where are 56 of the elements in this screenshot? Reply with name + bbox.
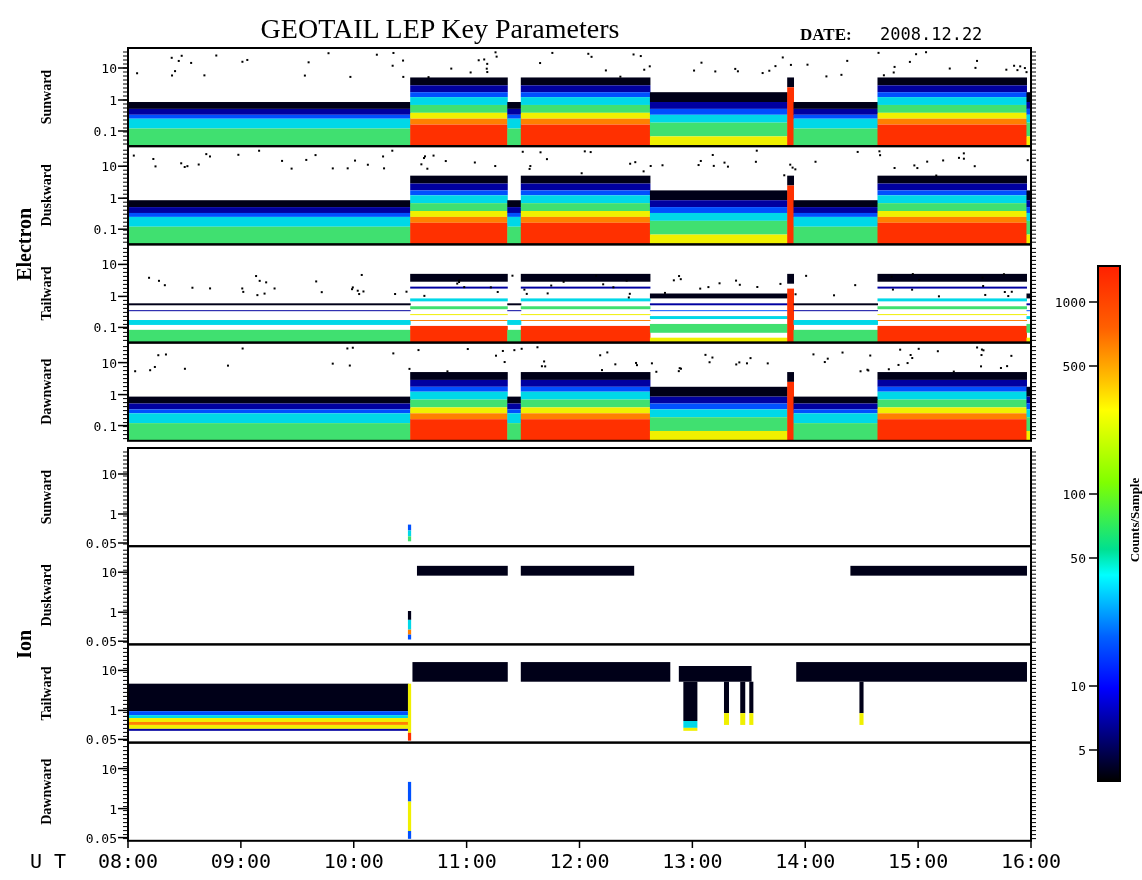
colorbar-tick-label: 5: [1078, 743, 1086, 758]
y-tick-label: 0.1: [93, 418, 117, 434]
colorbar-tick-label: 50: [1070, 551, 1086, 566]
y-tick-label: 1: [109, 387, 117, 403]
direction-label: Duskward: [39, 564, 54, 627]
spectrogram-drawing: [407, 781, 412, 839]
y-tick-label: 10: [101, 663, 117, 679]
y-tick-label: 10: [101, 565, 117, 581]
time-tick-label: 16:00: [1000, 849, 1062, 873]
y-tick-label: 1: [109, 801, 117, 817]
y-tick-label: 10: [101, 159, 117, 175]
direction-label: Duskward: [39, 164, 54, 227]
y-tick-label: 1: [109, 703, 117, 719]
y-tick-label: 1: [109, 93, 117, 108]
colorbar-tick-label: 10: [1070, 679, 1086, 694]
species-label: Electron: [13, 207, 35, 281]
y-tick-label: 10: [101, 467, 117, 482]
colorbar-tick-label: 1000: [1054, 295, 1086, 310]
time-axis-label: U T: [30, 849, 67, 873]
y-tick-label: 1: [109, 191, 117, 207]
time-tick-label: 12:00: [549, 849, 610, 873]
spectrogram-drawing: [407, 524, 412, 542]
direction-label: Sunward: [39, 69, 54, 125]
y-tick-label: 0.05: [85, 536, 117, 551]
y-tick-label: 1: [109, 289, 117, 305]
y-tick-label: 0.1: [93, 222, 117, 238]
direction-label: Tailward: [39, 666, 54, 721]
direction-label: Dawnward: [39, 758, 54, 825]
time-tick-label: 08:00: [97, 849, 159, 873]
y-tick-label: 1: [109, 605, 117, 621]
time-tick-label: 11:00: [436, 849, 497, 873]
figure-title: GEOTAIL LEP Key Parameters: [260, 13, 620, 44]
y-tick-label: 1: [109, 507, 117, 522]
y-tick-label: 0.05: [85, 830, 117, 846]
time-tick-label: 10:00: [323, 849, 384, 873]
y-tick-label: 10: [101, 61, 117, 76]
y-tick-label: 10: [101, 355, 117, 371]
y-tick-label: 0.05: [85, 732, 117, 748]
date-label: DATE:: [800, 25, 852, 44]
species-label: Ion: [13, 629, 35, 659]
y-tick-label: 10: [101, 761, 117, 777]
time-tick-label: 13:00: [662, 849, 723, 873]
y-tick-label: 0.1: [93, 320, 117, 336]
y-tick-label: 10: [101, 257, 117, 273]
y-tick-label: 0.1: [93, 124, 117, 139]
colorbar-tick-label: 500: [1062, 359, 1086, 374]
y-tick-label: 0.05: [85, 634, 117, 650]
time-tick-label: 15:00: [888, 849, 949, 873]
colorbar-tick-label: 100: [1062, 487, 1086, 502]
direction-label: Tailward: [39, 266, 54, 321]
time-tick-label: 14:00: [775, 849, 836, 873]
direction-label: Dawnward: [39, 358, 54, 425]
colorbar-title: Counts/Sample: [1127, 477, 1142, 563]
direction-label: Sunward: [39, 469, 54, 525]
time-tick-label: 09:00: [210, 849, 271, 873]
date-value: 2008.12.22: [880, 24, 983, 44]
